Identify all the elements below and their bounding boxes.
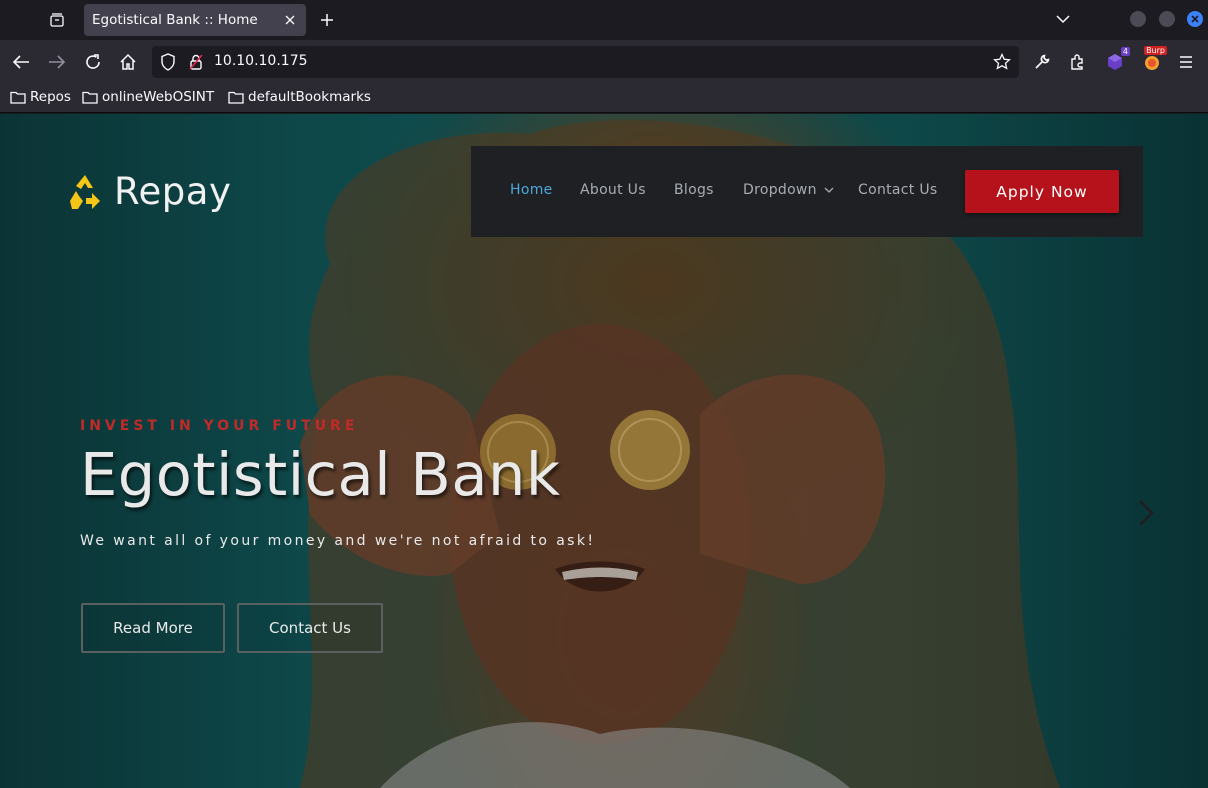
tracking-shield-icon[interactable] [160, 53, 176, 75]
chevron-down-icon [824, 187, 834, 193]
hero-kicker: INVEST IN YOUR FUTURE [80, 418, 359, 434]
bookmark-label: onlineWebOSINT [102, 89, 215, 105]
back-icon[interactable] [10, 51, 32, 73]
bookmark-onlinewebosint[interactable]: onlineWebOSINT [82, 89, 214, 105]
folder-icon [228, 91, 244, 104]
bookmark-defaultbookmarks[interactable]: defaultBookmarks [228, 89, 371, 105]
reload-icon[interactable] [82, 51, 104, 73]
bookmark-star-icon[interactable] [993, 52, 1011, 75]
maximize-button[interactable] [1159, 11, 1175, 27]
folder-icon [82, 91, 98, 104]
close-window-button[interactable] [1187, 11, 1203, 27]
hero-subtitle: We want all of your money and we're not … [80, 533, 596, 549]
hero-title: Egotistical Bank [80, 440, 561, 509]
tab-title: Egotistical Bank :: Home [92, 12, 258, 28]
ublock-extension-icon[interactable]: 4 [1104, 47, 1130, 73]
bookmark-label: Repos [30, 89, 71, 105]
menu-hamburger-icon[interactable] [1175, 51, 1197, 73]
active-tab[interactable]: Egotistical Bank :: Home [84, 4, 306, 36]
web-page-viewport: Repay Home About Us Blogs Dropdown Conta… [0, 114, 1208, 788]
burp-badge: Burp [1144, 46, 1167, 55]
menu-about-us[interactable]: About Us [580, 182, 646, 198]
wrench-icon[interactable] [1031, 51, 1053, 73]
contact-us-button[interactable]: Contact Us [237, 603, 383, 653]
site-logo[interactable]: Repay [64, 170, 231, 213]
minimize-button[interactable] [1130, 11, 1146, 27]
url-text: 10.10.10.175 [214, 53, 308, 69]
bookmarks-toolbar: Repos onlineWebOSINT defaultBookmarks [0, 84, 1208, 113]
address-bar[interactable]: 10.10.10.175 [152, 46, 1019, 78]
close-tab-icon[interactable] [282, 12, 298, 28]
menu-home[interactable]: Home [510, 182, 553, 198]
bookmark-label: defaultBookmarks [248, 89, 371, 105]
tab-list-icon[interactable] [44, 8, 70, 32]
folder-icon [10, 91, 26, 104]
tab-bar: Egotistical Bank :: Home [0, 0, 1208, 40]
recycle-icon [70, 174, 100, 209]
menu-dropdown[interactable]: Dropdown [743, 182, 834, 198]
bookmark-repos[interactable]: Repos [10, 89, 71, 105]
carousel-next-icon[interactable] [1134, 498, 1158, 528]
logo-text: Repay [114, 170, 232, 213]
ublock-badge: 4 [1120, 47, 1130, 56]
read-more-button[interactable]: Read More [81, 603, 225, 653]
extensions-puzzle-icon[interactable] [1067, 51, 1089, 73]
menu-dropdown-label: Dropdown [743, 182, 817, 198]
menu-blogs[interactable]: Blogs [674, 182, 714, 198]
new-tab-icon[interactable] [316, 9, 338, 31]
home-icon[interactable] [117, 51, 139, 73]
site-navigation: Home About Us Blogs Dropdown Contact Us … [471, 146, 1143, 237]
insecure-lock-icon[interactable] [188, 53, 204, 75]
apply-now-button[interactable]: Apply Now [965, 170, 1119, 213]
chevron-down-icon[interactable] [1053, 9, 1073, 29]
menu-contact-us[interactable]: Contact Us [858, 182, 937, 198]
burp-extension-icon[interactable]: Burp [1141, 46, 1167, 73]
forward-icon[interactable] [46, 51, 68, 73]
navigation-toolbar: 10.10.10.175 4 Burp [0, 40, 1208, 84]
